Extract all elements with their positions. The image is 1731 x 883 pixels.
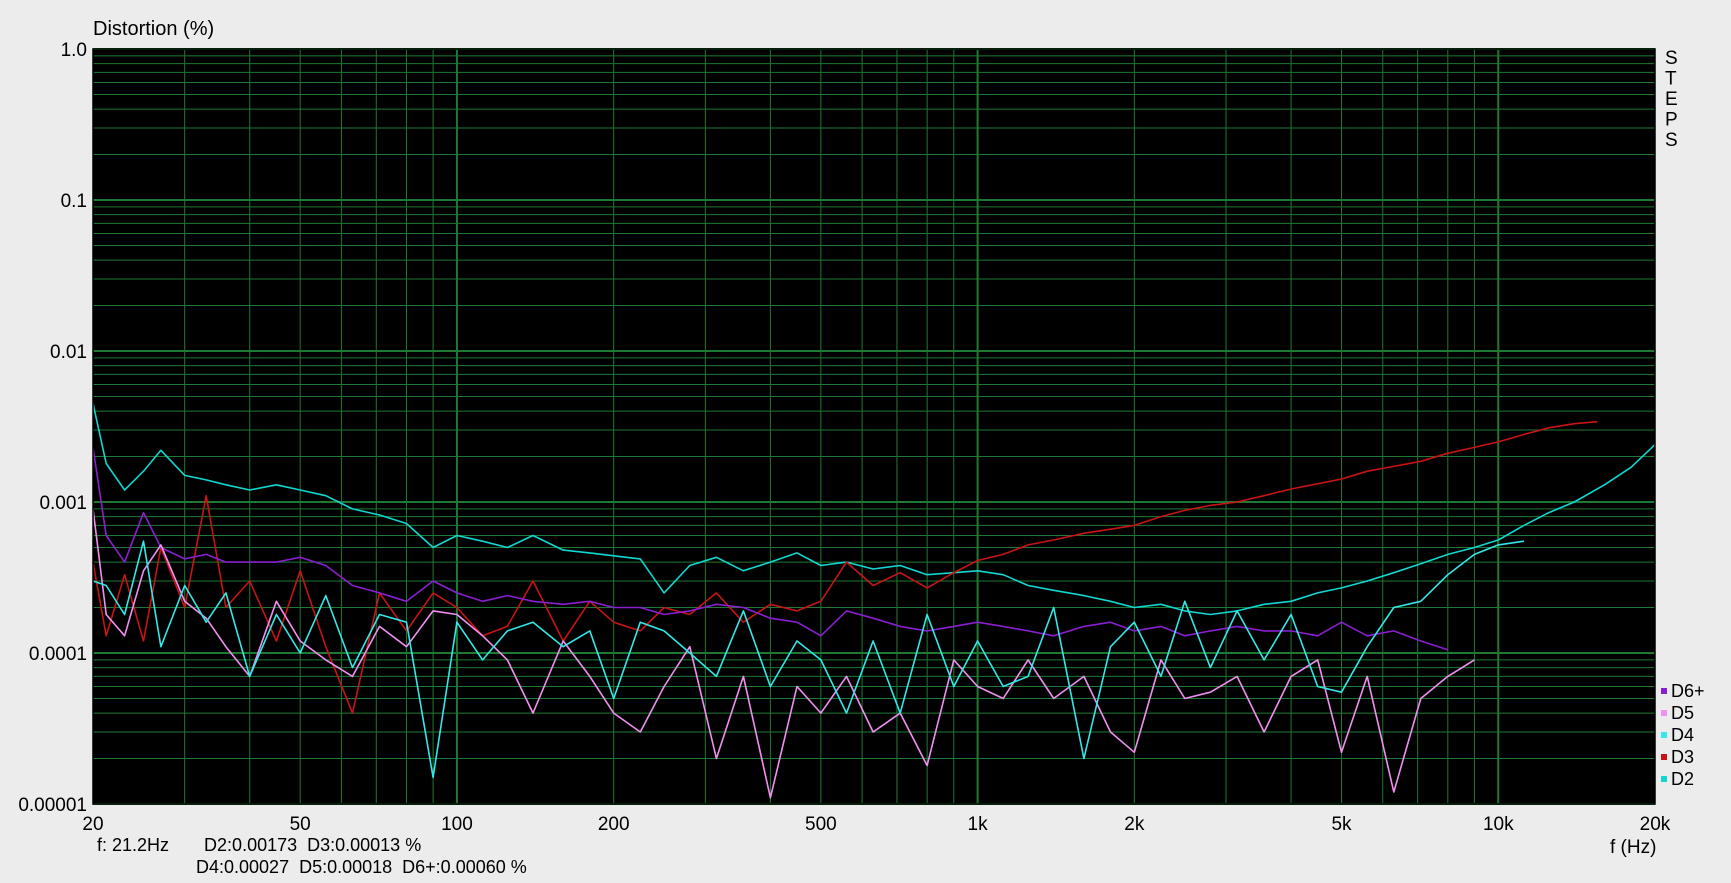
steps-letter: T [1665,69,1677,90]
x-tick-label: 200 [598,814,630,835]
legend-label: D6+ [1671,681,1705,701]
steps-side-label: STEPS [1665,48,1678,151]
y-tick-label: 0.00001 [18,795,87,816]
y-tick-label: 0.01 [50,342,87,363]
legend-label: D5 [1671,703,1694,723]
x-tick-label: 50 [290,814,311,835]
x-axis-label: f (Hz) [1610,837,1656,858]
legend-label: D4 [1671,725,1694,745]
legend-swatch [1661,732,1667,738]
y-tick-labels: 1.0 0.1 0.01 0.001 0.0001 0.00001 [18,40,87,816]
legend-label: D3 [1671,747,1694,767]
x-tick-label: 10k [1483,814,1514,835]
legend-label: D2 [1671,769,1694,789]
x-tick-label: 1k [968,814,989,835]
cursor-readout-line1: f: 21.2Hz D2:0.00173 D3:0.00013 % [97,835,422,855]
legend-swatch [1661,688,1667,694]
legend-swatch [1661,776,1667,782]
chart-title: Distortion (%) [93,18,214,40]
steps-letter: P [1665,110,1678,131]
y-tick-label: 0.001 [39,493,87,514]
plot-area [93,49,1655,804]
x-tick-label: 20 [82,814,103,835]
legend: D6+D5D4D3D2 [1661,681,1705,789]
legend-swatch [1661,710,1667,716]
y-tick-label: 0.0001 [29,644,87,665]
cursor-readout-line2: D4:0.00027 D5:0.00018 D6+:0.00060 % [196,857,527,877]
steps-letter: E [1665,89,1678,110]
distortion-chart: Distortion (%) f (Hz) 20 50 100 200 500 1k 2k 5… [18,18,1705,858]
x-tick-label: 5k [1331,814,1352,835]
x-tick-label: 100 [441,814,473,835]
y-tick-label: 1.0 [61,40,87,61]
x-tick-label: 20k [1640,814,1671,835]
steps-letter: S [1665,130,1678,151]
x-tick-labels: 20 50 100 200 500 1k 2k 5k 10k 20k [82,814,1670,835]
legend-swatch [1661,754,1667,760]
y-tick-label: 0.1 [61,191,87,212]
x-tick-label: 2k [1124,814,1145,835]
x-tick-label: 500 [805,814,837,835]
steps-letter: S [1665,48,1678,69]
